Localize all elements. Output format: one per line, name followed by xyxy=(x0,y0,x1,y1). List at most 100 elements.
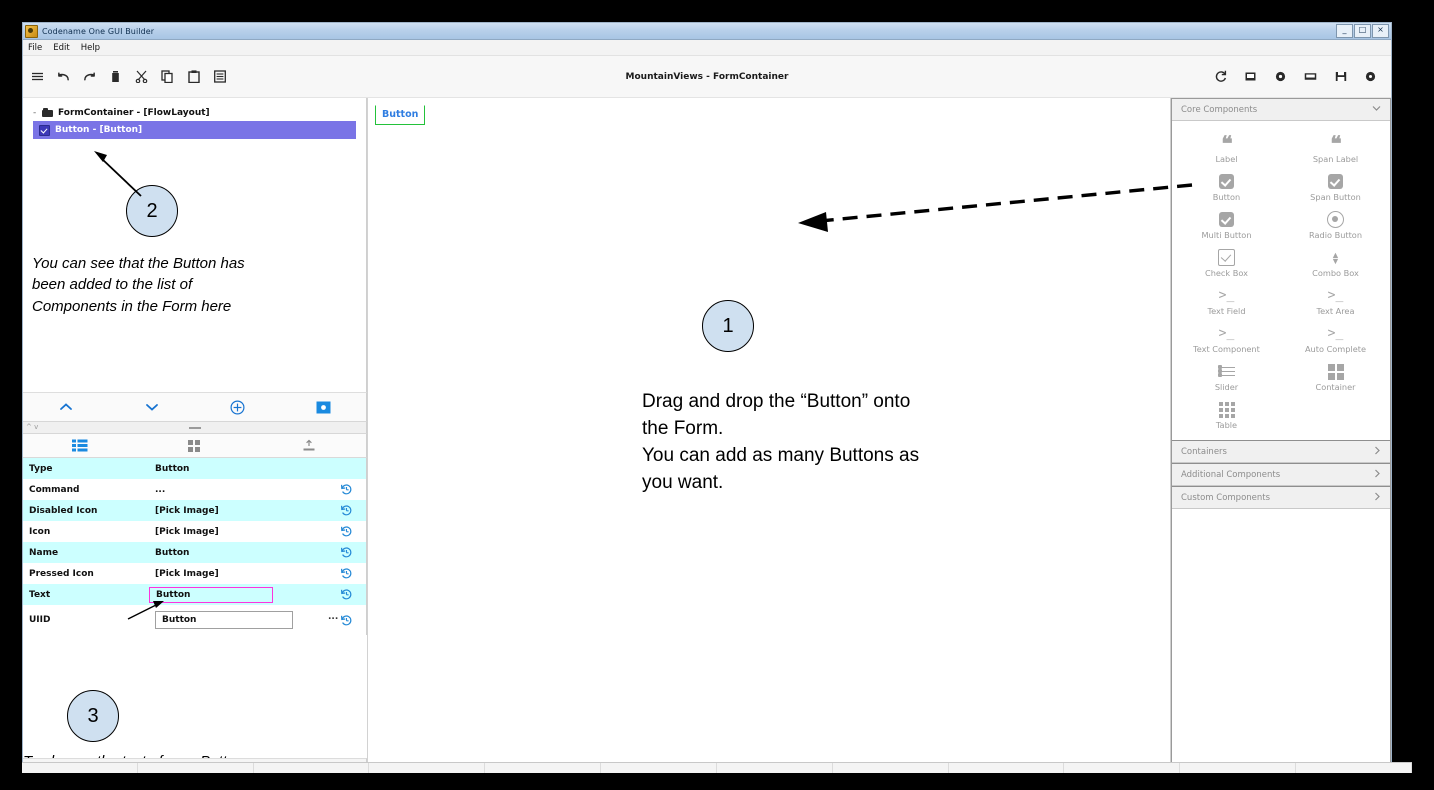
property-row-text[interactable]: Text Button xyxy=(23,584,366,605)
palette-item-multi-button[interactable]: Multi Button xyxy=(1172,206,1281,244)
step-1-text: Drag and drop the “Button” onto the Form… xyxy=(642,388,1062,497)
property-key: Icon xyxy=(29,526,51,537)
text-property-input[interactable]: Button xyxy=(149,586,273,603)
revert-icon[interactable] xyxy=(340,588,353,601)
tree-toggle-icon[interactable]: - xyxy=(33,108,42,118)
property-row[interactable]: Name Button xyxy=(23,542,366,563)
menu-item-file[interactable]: File xyxy=(28,43,42,53)
property-value[interactable]: Button xyxy=(155,548,366,558)
menu-icon[interactable] xyxy=(31,70,44,83)
up-down-arrows-icon: ▲ ▼ xyxy=(1331,249,1340,266)
palette-item-radio-button[interactable]: Radio Button xyxy=(1281,206,1390,244)
toolbar-right-group xyxy=(1214,70,1377,83)
paste-icon[interactable] xyxy=(187,70,200,83)
step-1-badge: 1 xyxy=(702,300,754,352)
device-portrait-icon[interactable] xyxy=(1244,70,1257,83)
close-button[interactable]: × xyxy=(1372,24,1389,38)
form-canvas[interactable]: Button 1 Drag and drop the “Button” onto… xyxy=(368,98,1171,769)
properties-icon[interactable] xyxy=(280,401,366,414)
grid-view-icon[interactable] xyxy=(137,439,251,452)
undo-icon[interactable] xyxy=(57,70,70,83)
property-row[interactable]: Icon [Pick Image] xyxy=(23,521,366,542)
palette-section-additional[interactable]: Additional Components xyxy=(1172,463,1390,486)
revert-icon[interactable] xyxy=(340,525,353,538)
checkbox-outline-icon xyxy=(1218,249,1235,266)
property-row[interactable]: Pressed Icon [Pick Image] xyxy=(23,563,366,584)
design-canvas[interactable]: Button 1 Drag and drop the “Button” onto… xyxy=(367,98,1171,769)
chevron-right-icon[interactable] xyxy=(1374,446,1381,458)
chevron-right-icon[interactable] xyxy=(1374,469,1381,481)
prompt-icon: >_ xyxy=(1327,326,1344,341)
palette-item-label-text: Check Box xyxy=(1204,268,1248,278)
add-icon[interactable] xyxy=(195,399,281,415)
property-row-uiid[interactable]: UIID Button ... xyxy=(23,605,366,635)
uiid-browse-button[interactable]: ... xyxy=(328,612,338,622)
palette-item-auto-complete[interactable]: >_ Auto Complete xyxy=(1281,320,1390,358)
palette-item-label[interactable]: ❝ Label xyxy=(1172,130,1281,168)
palette-item-container[interactable]: Container xyxy=(1281,358,1390,396)
revert-icon[interactable] xyxy=(340,614,353,627)
splitter-arrows[interactable]: ^ v xyxy=(26,423,38,431)
property-value[interactable]: [Pick Image] xyxy=(155,506,366,516)
palette-item-check-box[interactable]: Check Box xyxy=(1172,244,1281,282)
cut-icon[interactable] xyxy=(135,70,148,83)
maximize-button[interactable]: □ xyxy=(1354,24,1371,38)
palette-section-custom[interactable]: Custom Components xyxy=(1172,486,1390,509)
palette-section-containers[interactable]: Containers xyxy=(1172,440,1390,463)
window-titlebar: Codename One GUI Builder _ □ × xyxy=(23,23,1391,40)
palette-item-span-button[interactable]: Span Button xyxy=(1281,168,1390,206)
save-icon[interactable] xyxy=(1334,70,1347,83)
minimize-button[interactable]: _ xyxy=(1336,24,1353,38)
tree-root-label: FormContainer - [FlowLayout] xyxy=(58,107,210,118)
chevron-right-icon[interactable] xyxy=(1374,492,1381,504)
splitter-grip[interactable] xyxy=(188,426,201,429)
property-row[interactable]: Command ... xyxy=(23,479,366,500)
record-icon[interactable] xyxy=(1274,70,1287,83)
revert-icon[interactable] xyxy=(340,504,353,517)
copy-icon[interactable] xyxy=(161,70,174,83)
palette-item-button[interactable]: Button xyxy=(1172,168,1281,206)
palette-item-slider[interactable]: Slider xyxy=(1172,358,1281,396)
canvas-button[interactable]: Button xyxy=(375,105,426,125)
palette-section-title: Custom Components xyxy=(1181,492,1271,503)
menu-item-help[interactable]: Help xyxy=(81,43,100,53)
palette-item-text-component[interactable]: >_ Text Component xyxy=(1172,320,1281,358)
step-1-badge-wrap: 1 xyxy=(702,300,754,352)
refresh-icon[interactable] xyxy=(1214,70,1227,83)
list-view-icon[interactable] xyxy=(23,439,137,452)
property-value[interactable]: [Pick Image] xyxy=(155,569,366,579)
property-value[interactable]: [Pick Image] xyxy=(155,527,366,537)
property-row[interactable]: Type Button xyxy=(23,458,366,479)
delete-icon[interactable] xyxy=(109,70,122,83)
checkbox-icon[interactable] xyxy=(39,124,50,136)
redo-icon[interactable] xyxy=(83,70,96,83)
revert-icon[interactable] xyxy=(340,483,353,496)
property-row[interactable]: Disabled Icon [Pick Image] xyxy=(23,500,366,521)
palette-item-label-text: Text Component xyxy=(1193,344,1260,354)
palette-item-combo-box[interactable]: ▲ ▼ Combo Box xyxy=(1281,244,1390,282)
record-filled-icon[interactable] xyxy=(1364,70,1377,83)
palette-item-table[interactable]: Table xyxy=(1172,396,1281,434)
checkbox-filled-icon xyxy=(1328,173,1343,190)
property-table: Type Button Command ... Disabled Icon [P… xyxy=(23,458,367,635)
list-icon[interactable] xyxy=(213,70,226,83)
export-icon[interactable] xyxy=(252,439,366,452)
palette-item-span-label[interactable]: ❝ Span Label xyxy=(1281,130,1390,168)
palette-item-text-area[interactable]: >_ Text Area xyxy=(1281,282,1390,320)
palette-item-text-field[interactable]: >_ Text Field xyxy=(1172,282,1281,320)
gui-builder-window: Codename One GUI Builder _ □ × File Edit… xyxy=(22,22,1392,770)
menu-item-edit[interactable]: Edit xyxy=(53,43,69,53)
tree-row-button[interactable]: Button - [Button] xyxy=(33,121,356,139)
revert-icon[interactable] xyxy=(340,567,353,580)
palette-section-core[interactable]: Core Components xyxy=(1172,99,1390,121)
chevron-down-icon[interactable] xyxy=(1372,105,1381,115)
step-2-line-1: You can see that the Button has xyxy=(32,255,245,272)
move-up-icon[interactable] xyxy=(23,402,109,412)
folder-icon xyxy=(42,107,54,118)
device-landscape-icon[interactable] xyxy=(1304,70,1317,83)
panel-splitter[interactable]: ^ v xyxy=(23,421,367,434)
tree-row-root[interactable]: - FormContainer - [FlowLayout] xyxy=(23,104,366,121)
uiid-property-input[interactable]: Button xyxy=(155,611,293,629)
move-down-icon[interactable] xyxy=(109,402,195,412)
revert-icon[interactable] xyxy=(340,546,353,559)
